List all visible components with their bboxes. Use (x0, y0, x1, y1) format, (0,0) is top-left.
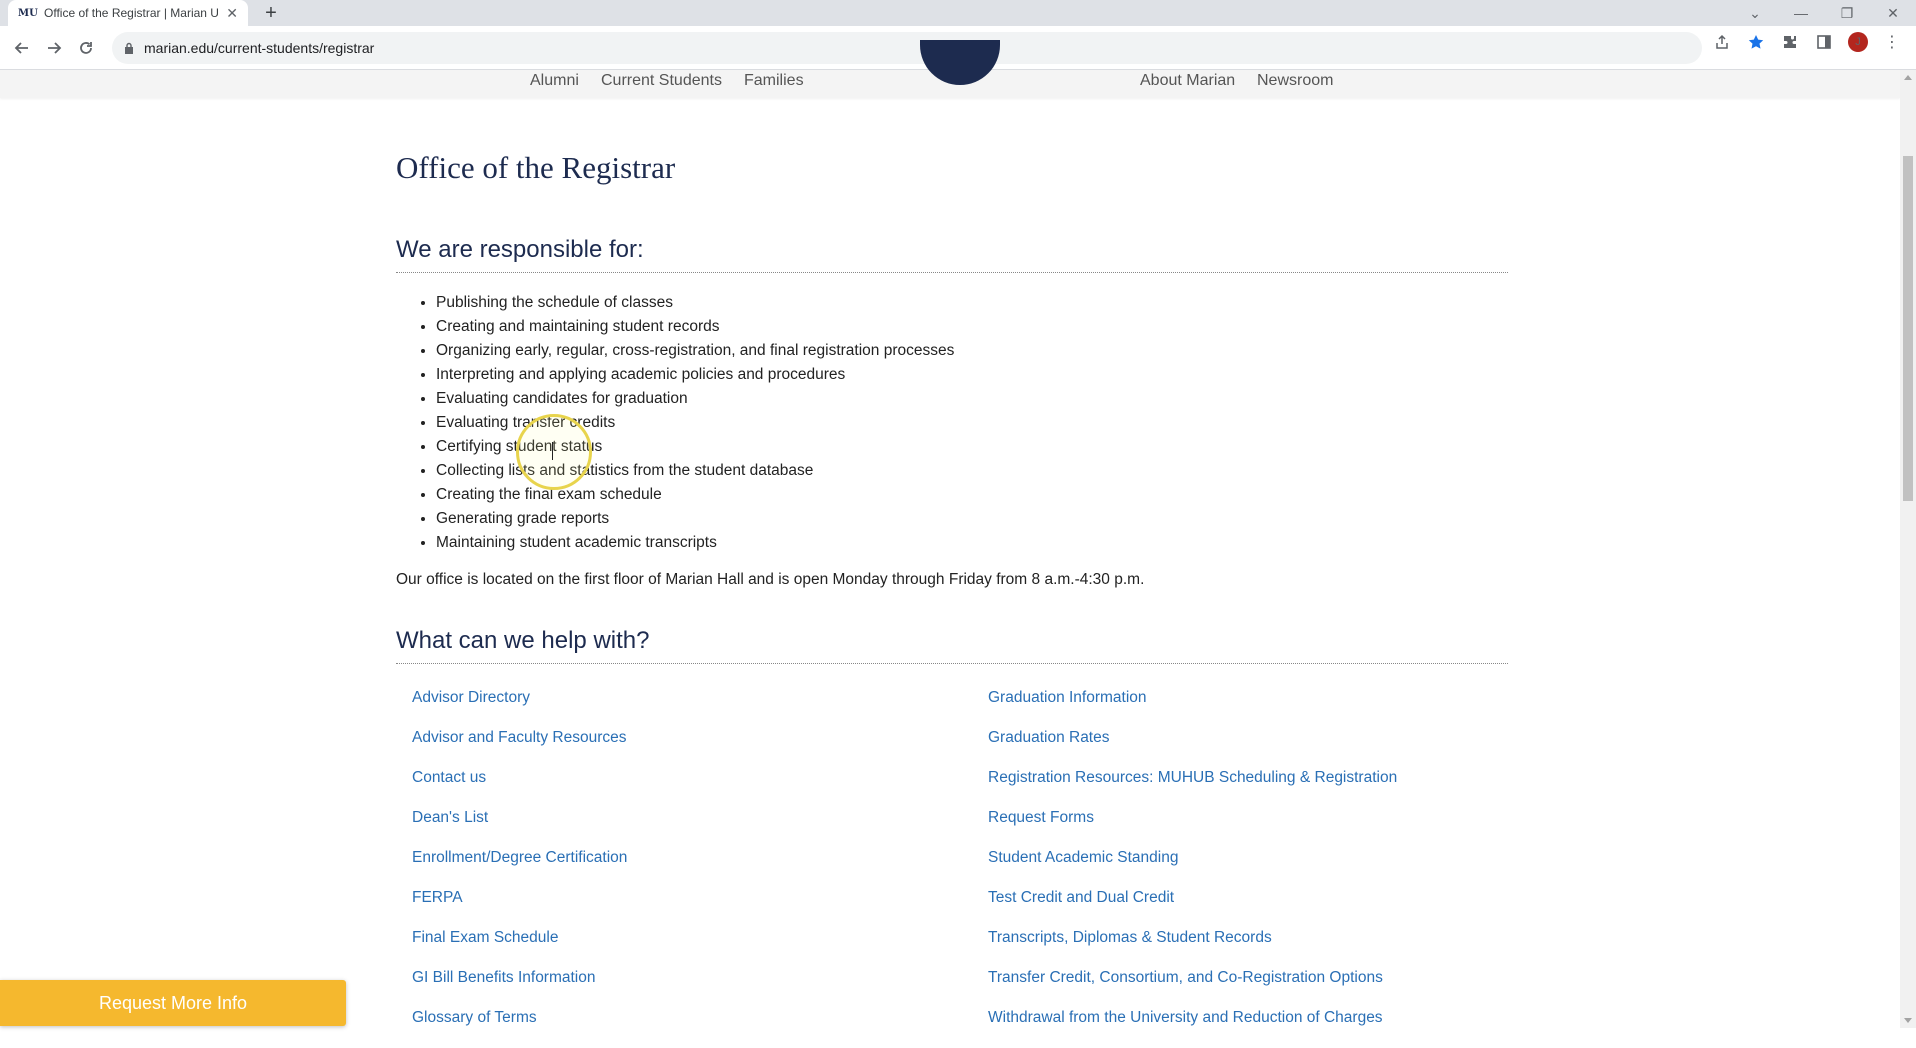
list-item: Creating the final exam schedule (436, 483, 954, 507)
help-links-left-column: Advisor Directory Advisor and Faculty Re… (412, 688, 627, 1048)
browser-tab-bar: MU Office of the Registrar | Marian U ✕ … (0, 0, 1916, 26)
share-icon[interactable] (1712, 32, 1732, 52)
help-link-contact-us[interactable]: Contact us (412, 768, 627, 808)
help-links-right-column: Graduation Information Graduation Rates … (988, 688, 1397, 1048)
lock-icon (124, 42, 134, 54)
help-link-registration-resources[interactable]: Registration Resources: MUHUB Scheduling… (988, 768, 1397, 808)
help-link-advisor-faculty-resources[interactable]: Advisor and Faculty Resources (412, 728, 627, 768)
toolbar-actions: J ⋮ (1712, 32, 1902, 52)
nav-link-newsroom[interactable]: Newsroom (1257, 72, 1333, 90)
help-link-gi-bill[interactable]: GI Bill Benefits Information (412, 968, 627, 1008)
help-link-transcripts[interactable]: Transcripts, Diplomas & Student Records (988, 928, 1397, 968)
list-item: Generating grade reports (436, 507, 954, 531)
reload-icon[interactable] (74, 36, 98, 60)
help-link-deans-list[interactable]: Dean's List (412, 808, 627, 848)
minimize-icon[interactable]: — (1778, 0, 1824, 26)
site-favicon: MU (18, 7, 38, 19)
responsibilities-list: Publishing the schedule of classes Creat… (436, 291, 954, 555)
browser-tab[interactable]: MU Office of the Registrar | Marian U ✕ (8, 0, 248, 26)
list-item: Evaluating transfer credits (436, 411, 954, 435)
forward-arrow-icon[interactable] (42, 36, 66, 60)
office-location-hours: Our office is located on the first floor… (396, 571, 1145, 588)
list-item: Maintaining student academic transcripts (436, 531, 954, 555)
list-item: Interpreting and applying academic polic… (436, 363, 954, 387)
close-icon[interactable]: ✕ (226, 5, 238, 22)
help-heading: What can we help with? (396, 627, 1508, 664)
list-item: Certifying student status (436, 435, 954, 459)
tab-title: Office of the Registrar | Marian U (44, 6, 219, 20)
extensions-puzzle-icon[interactable] (1780, 32, 1800, 52)
profile-avatar[interactable]: J (1848, 32, 1868, 52)
list-item: Collecting lists and statistics from the… (436, 459, 954, 483)
help-link-ferpa[interactable]: FERPA (412, 888, 627, 928)
tab-search-chevron-icon[interactable]: ⌄ (1732, 0, 1778, 26)
help-link-withdrawal[interactable]: Withdrawal from the University and Reduc… (988, 1008, 1397, 1048)
browser-menu-icon[interactable]: ⋮ (1882, 32, 1902, 52)
scrollbar-thumb[interactable] (1903, 156, 1913, 501)
bookmark-star-icon[interactable] (1746, 32, 1766, 52)
side-panel-icon[interactable] (1814, 32, 1834, 52)
help-link-request-forms[interactable]: Request Forms (988, 808, 1397, 848)
help-link-academic-standing[interactable]: Student Academic Standing (988, 848, 1397, 888)
page-scrollbar[interactable] (1900, 70, 1916, 1028)
back-arrow-icon[interactable] (10, 36, 34, 60)
scroll-down-arrow-icon[interactable] (1904, 1018, 1912, 1023)
help-link-test-dual-credit[interactable]: Test Credit and Dual Credit (988, 888, 1397, 928)
help-link-enrollment-certification[interactable]: Enrollment/Degree Certification (412, 848, 627, 888)
restore-icon[interactable]: ❐ (1824, 0, 1870, 26)
list-item: Creating and maintaining student records (436, 315, 954, 339)
list-item: Publishing the schedule of classes (436, 291, 954, 315)
list-item: Evaluating candidates for graduation (436, 387, 954, 411)
address-bar[interactable]: marian.edu/current-students/registrar (112, 32, 1702, 64)
help-link-graduation-information[interactable]: Graduation Information (988, 688, 1397, 728)
help-link-advisor-directory[interactable]: Advisor Directory (412, 688, 627, 728)
help-link-transfer-credit[interactable]: Transfer Credit, Consortium, and Co-Regi… (988, 968, 1397, 1008)
nav-link-current-students[interactable]: Current Students (601, 72, 722, 90)
page-title: Office of the Registrar (396, 150, 676, 185)
help-link-graduation-rates[interactable]: Graduation Rates (988, 728, 1397, 768)
scroll-up-arrow-icon[interactable] (1904, 75, 1912, 80)
responsibilities-heading: We are responsible for: (396, 236, 1508, 273)
nav-link-families[interactable]: Families (744, 72, 804, 90)
nav-link-alumni[interactable]: Alumni (530, 72, 579, 90)
help-link-final-exam-schedule[interactable]: Final Exam Schedule (412, 928, 627, 968)
list-item: Organizing early, regular, cross-registr… (436, 339, 954, 363)
university-logo[interactable] (920, 40, 1000, 85)
window-close-icon[interactable]: ✕ (1870, 0, 1916, 26)
nav-link-about-marian[interactable]: About Marian (1140, 72, 1235, 90)
request-more-info-button[interactable]: Request More Info (0, 980, 346, 1026)
new-tab-plus-icon[interactable]: + (260, 2, 282, 24)
window-controls: ⌄ — ❐ ✕ (1732, 0, 1916, 26)
url-text: marian.edu/current-students/registrar (144, 40, 375, 56)
help-link-glossary[interactable]: Glossary of Terms (412, 1008, 627, 1048)
site-navigation: Alumni Current Students Families About M… (0, 40, 1900, 98)
